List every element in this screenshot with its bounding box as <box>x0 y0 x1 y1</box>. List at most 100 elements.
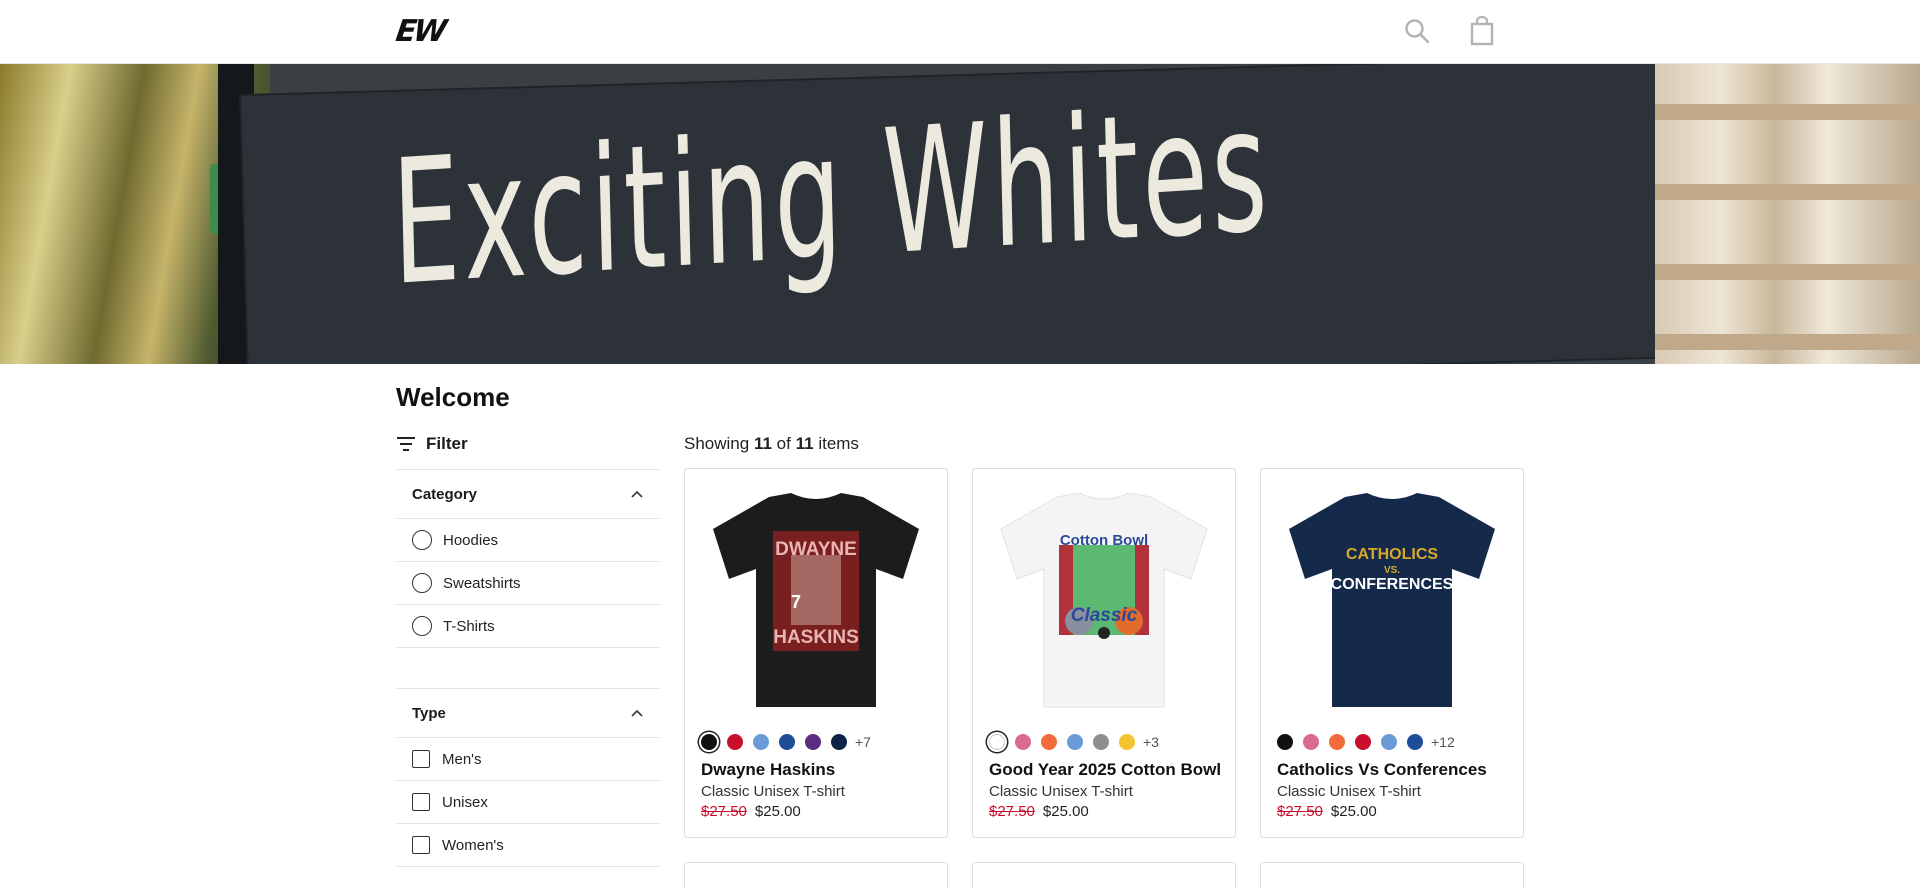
color-swatch[interactable] <box>1119 734 1135 750</box>
product-card-catholics-vs-conferences[interactable]: CATHOLICS VS. CONFERENCES +12 Catholics … <box>1260 468 1524 838</box>
product-card-dwayne-haskins[interactable]: DWAYNE HASKINS 7 +7 Dwayne Haskins Class… <box>684 468 948 838</box>
results-suffix: items <box>818 434 859 453</box>
product-type: Classic Unisex T-shirt <box>1277 783 1421 800</box>
filter-sidebar: Category Hoodies Sweatshirts T-Shirts Ty… <box>396 469 660 867</box>
filter-icon <box>397 437 415 451</box>
site-logo[interactable]: EW <box>394 14 447 49</box>
product-type: Classic Unisex T-shirt <box>701 783 845 800</box>
color-swatch[interactable] <box>1381 734 1397 750</box>
shopping-bag-icon <box>1470 15 1494 46</box>
category-option-hoodies[interactable]: Hoodies <box>396 519 660 562</box>
color-swatch[interactable] <box>1277 734 1293 750</box>
color-swatch[interactable] <box>727 734 743 750</box>
search-button[interactable] <box>1402 16 1432 46</box>
sale-price: $25.00 <box>1042 803 1089 820</box>
results-prefix: Showing <box>684 434 750 453</box>
option-label: Sweatshirts <box>443 574 521 592</box>
option-label: Unisex <box>442 793 488 811</box>
color-swatch[interactable] <box>1041 734 1057 750</box>
graphic-text-2: VS. <box>1384 565 1400 576</box>
product-name[interactable]: Catholics Vs Conferences <box>1277 760 1487 780</box>
product-name[interactable]: Dwayne Haskins <box>701 760 835 780</box>
results-total: 11 <box>795 434 814 453</box>
graphic-text-1: CATHOLICS <box>1346 546 1438 563</box>
color-swatch[interactable] <box>831 734 847 750</box>
more-colors-count[interactable]: +7 <box>855 734 871 750</box>
sale-price: $25.00 <box>1330 803 1377 820</box>
site-header: EW <box>0 0 1920 64</box>
product-type: Classic Unisex T-shirt <box>989 783 1133 800</box>
results-of: of <box>776 434 791 453</box>
cart-button[interactable] <box>1467 15 1497 46</box>
product-image[interactable]: DWAYNE HASKINS 7 <box>711 493 921 709</box>
type-option-mens[interactable]: Men's <box>396 738 660 781</box>
hero-banner: Exciting Whites <box>0 64 1920 364</box>
color-swatch[interactable] <box>1093 734 1109 750</box>
product-image[interactable]: CATHOLICS VS. CONFERENCES <box>1287 493 1497 709</box>
option-label: T-Shirts <box>443 617 495 635</box>
category-group-title: Category <box>412 485 478 503</box>
option-label: Women's <box>442 836 504 854</box>
radio-button[interactable] <box>412 616 432 636</box>
color-swatches: +12 <box>1277 734 1455 750</box>
chevron-up-icon <box>631 490 643 498</box>
results-count: Showing 11 of 11 items <box>684 434 859 454</box>
more-colors-count[interactable]: +12 <box>1431 734 1455 750</box>
color-swatch[interactable] <box>1355 734 1371 750</box>
sale-price: $25.00 <box>754 803 801 820</box>
product-card-cotton-bowl[interactable]: Cotton Bowl Classic +3 Good Year 2025 Co… <box>972 468 1236 838</box>
filter-label: Filter <box>426 434 468 453</box>
product-card-partial[interactable] <box>1260 862 1524 888</box>
product-name[interactable]: Good Year 2025 Cotton Bowl <box>989 760 1221 780</box>
original-price: $27.50 <box>701 803 747 820</box>
color-swatches: +7 <box>701 734 871 750</box>
color-swatch[interactable] <box>989 734 1005 750</box>
search-icon <box>1405 19 1430 44</box>
graphic-text-2: HASKINS <box>773 627 859 648</box>
filter-toggle[interactable]: Filter <box>396 432 468 456</box>
product-image[interactable]: Cotton Bowl Classic <box>999 493 1209 709</box>
product-card-partial[interactable] <box>684 862 948 888</box>
original-price: $27.50 <box>1277 803 1323 820</box>
graphic-text-1: DWAYNE <box>775 539 857 560</box>
page-title: Welcome <box>396 382 510 412</box>
color-swatch[interactable] <box>753 734 769 750</box>
checkbox[interactable] <box>412 836 430 854</box>
category-group-header[interactable]: Category <box>396 469 660 519</box>
results-shown: 11 <box>753 434 772 453</box>
checkbox[interactable] <box>412 750 430 768</box>
category-option-sweatshirts[interactable]: Sweatshirts <box>396 562 660 605</box>
original-price: $27.50 <box>989 803 1035 820</box>
color-swatch[interactable] <box>1067 734 1083 750</box>
graphic-text-3: CONFERENCES <box>1331 576 1454 593</box>
radio-button[interactable] <box>412 573 432 593</box>
type-group-header[interactable]: Type <box>396 688 660 738</box>
type-group-title: Type <box>412 704 446 722</box>
product-card-partial[interactable] <box>972 862 1236 888</box>
radio-button[interactable] <box>412 530 432 550</box>
category-option-tshirts[interactable]: T-Shirts <box>396 605 660 648</box>
type-option-unisex[interactable]: Unisex <box>396 781 660 824</box>
color-swatches: +3 <box>989 734 1159 750</box>
option-label: Men's <box>442 750 482 768</box>
option-label: Hoodies <box>443 531 499 549</box>
graphic-text-2: Classic <box>1071 605 1138 626</box>
product-price: $27.50 $25.00 <box>701 803 801 820</box>
color-swatch[interactable] <box>1329 734 1345 750</box>
color-swatch[interactable] <box>805 734 821 750</box>
color-swatch[interactable] <box>1303 734 1319 750</box>
chevron-up-icon <box>631 709 643 717</box>
hero-wood-image <box>1655 64 1920 364</box>
product-price: $27.50 $25.00 <box>989 803 1089 820</box>
checkbox[interactable] <box>412 793 430 811</box>
type-option-womens[interactable]: Women's <box>396 824 660 867</box>
graphic-text-3: 7 <box>791 592 801 612</box>
more-colors-count[interactable]: +3 <box>1143 734 1159 750</box>
color-swatch[interactable] <box>1407 734 1423 750</box>
color-swatch[interactable] <box>779 734 795 750</box>
product-price: $27.50 $25.00 <box>1277 803 1377 820</box>
color-swatch[interactable] <box>701 734 717 750</box>
graphic-text-1: Cotton Bowl <box>1060 532 1148 549</box>
color-swatch[interactable] <box>1015 734 1031 750</box>
